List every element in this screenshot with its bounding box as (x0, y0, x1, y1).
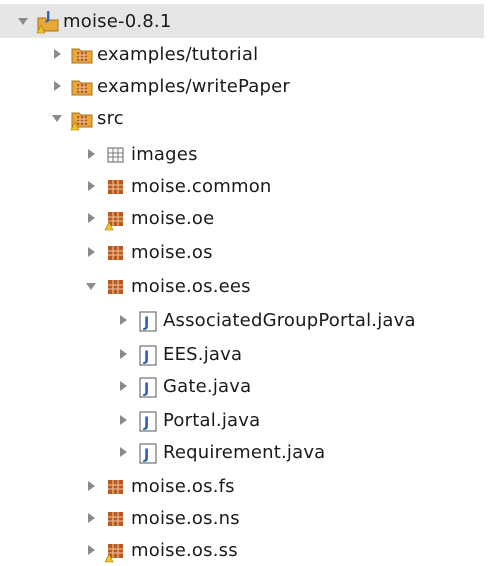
collapse-arrow-icon[interactable] (116, 313, 130, 327)
collapse-arrow-icon[interactable] (116, 445, 130, 459)
package-icon (104, 175, 126, 197)
collapse-arrow-icon[interactable] (116, 413, 130, 427)
collapse-arrow-icon[interactable] (84, 543, 98, 557)
tree-row-package[interactable]: moise.os.ss (0, 534, 496, 566)
package-icon (104, 275, 126, 297)
expand-arrow-icon[interactable] (50, 111, 64, 125)
tree-row-package[interactable]: moise.os.ees (0, 270, 496, 302)
tree-label: AssociatedGroupPortal.java (163, 309, 416, 331)
tree-row-java-file[interactable]: J AssociatedGroupPortal.java (0, 304, 496, 336)
svg-text:J: J (143, 381, 149, 397)
tree-label: moise.os.ss (131, 539, 238, 561)
java-project-icon: J (36, 10, 59, 34)
tree-row-java-file[interactable]: J Portal.java (0, 404, 496, 436)
tree-label: examples/writePaper (97, 75, 290, 97)
package-explorer-tree: J moise-0.8.1 examples/tutorial examples… (0, 0, 496, 564)
svg-text:J: J (143, 415, 149, 431)
tree-label: src (97, 107, 124, 129)
tree-row-java-file[interactable]: J Gate.java (0, 370, 496, 402)
collapse-arrow-icon[interactable] (84, 245, 98, 259)
tree-label: images (131, 143, 198, 165)
tree-label: EES.java (163, 343, 243, 365)
package-warning-icon (104, 207, 126, 231)
collapse-arrow-icon[interactable] (116, 347, 130, 361)
expand-arrow-icon[interactable] (16, 14, 30, 28)
tree-row-source-folder[interactable]: examples/writePaper (0, 70, 496, 102)
collapse-arrow-icon[interactable] (84, 211, 98, 225)
java-file-icon: J (136, 309, 158, 332)
package-warning-icon (104, 539, 126, 563)
tree-row-package[interactable]: moise.os.fs (0, 470, 496, 502)
tree-label: moise.common (131, 175, 272, 197)
collapse-arrow-icon[interactable] (84, 511, 98, 525)
tree-label: moise.oe (131, 207, 215, 229)
tree-label: Requirement.java (163, 441, 326, 463)
collapse-arrow-icon[interactable] (116, 379, 130, 393)
empty-package-icon (104, 143, 126, 165)
tree-label: moise.os.ns (131, 507, 240, 529)
package-icon (104, 475, 126, 497)
java-file-icon: J (136, 343, 158, 366)
collapse-arrow-icon[interactable] (84, 479, 98, 493)
tree-row-source-folder[interactable]: src (0, 102, 496, 134)
tree-label: Gate.java (163, 375, 252, 397)
tree-row-source-folder[interactable]: examples/tutorial (0, 38, 496, 70)
collapse-arrow-icon[interactable] (84, 179, 98, 193)
tree-row-java-file[interactable]: J Requirement.java (0, 436, 496, 468)
svg-text:J: J (143, 349, 149, 365)
tree-row-package[interactable]: moise.os (0, 236, 496, 268)
tree-row-package[interactable]: images (0, 138, 496, 170)
collapse-arrow-icon[interactable] (84, 147, 98, 161)
source-folder-icon (70, 43, 93, 65)
tree-row-java-file[interactable]: J EES.java (0, 338, 496, 370)
source-folder-icon (70, 75, 93, 97)
tree-label: moise.os.ees (131, 275, 251, 297)
java-file-icon: J (136, 441, 158, 464)
package-icon (104, 241, 126, 263)
tree-label: Portal.java (163, 409, 261, 431)
java-file-icon: J (136, 409, 158, 432)
svg-text:J: J (143, 447, 149, 463)
svg-text:J: J (45, 10, 50, 23)
tree-row-package[interactable]: moise.oe (0, 202, 496, 234)
collapse-arrow-icon[interactable] (50, 47, 64, 61)
tree-label: moise.os (131, 241, 213, 263)
tree-label: moise.os.fs (131, 475, 235, 497)
java-file-icon: J (136, 375, 158, 398)
source-folder-warning-icon (70, 107, 93, 131)
tree-row-project[interactable]: J moise-0.8.1 (0, 4, 484, 38)
package-icon (104, 507, 126, 529)
tree-row-package[interactable]: moise.common (0, 170, 496, 202)
tree-label: examples/tutorial (97, 43, 259, 65)
svg-text:J: J (143, 315, 149, 331)
expand-arrow-icon[interactable] (84, 279, 98, 293)
tree-label: moise-0.8.1 (63, 10, 172, 32)
tree-row-package[interactable]: moise.os.ns (0, 502, 496, 534)
collapse-arrow-icon[interactable] (50, 79, 64, 93)
